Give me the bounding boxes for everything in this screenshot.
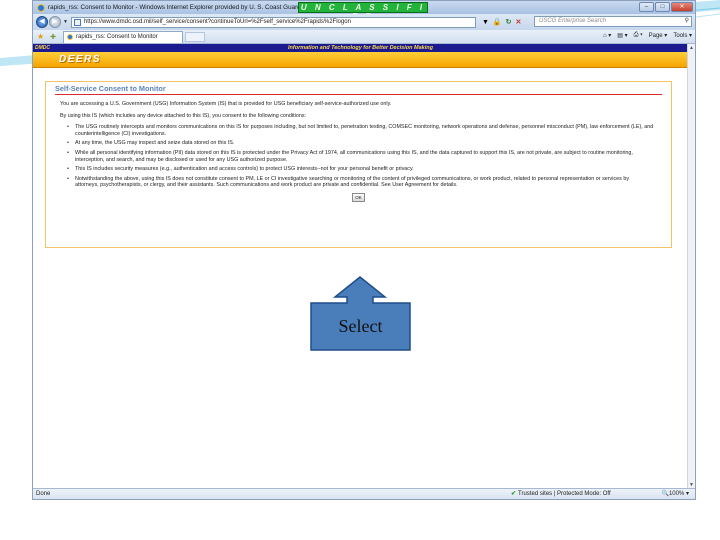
tab-label: rapids_rss: Consent to Monitor — [76, 34, 158, 40]
url-dropdown-icon[interactable]: ▼ — [482, 19, 489, 26]
internet-explorer-icon — [37, 3, 45, 12]
close-button[interactable]: ✕ — [671, 2, 693, 12]
consent-conditions: The USG routinely intercepts and monitor… — [67, 124, 662, 189]
slide: rapids_rss: Consent to Monitor - Windows… — [0, 0, 720, 540]
lock-icon[interactable]: 🔒 — [493, 18, 502, 26]
stop-icon[interactable]: ✕ — [515, 18, 521, 26]
search-placeholder: USCG Enterprise Search — [539, 18, 607, 24]
new-tab-button[interactable] — [185, 31, 206, 42]
condition-item: The USG routinely intercepts and monitor… — [67, 124, 662, 137]
deers-header: DEERS — [33, 52, 688, 68]
maximize-button[interactable]: □ — [655, 2, 670, 12]
trusted-check-icon: ✔ — [511, 491, 517, 497]
consent-panel: Self-Service Consent to Monitor You are … — [45, 81, 672, 248]
consent-title: Self-Service Consent to Monitor — [55, 84, 662, 95]
home-icon[interactable]: ⌂ ▾ — [603, 32, 611, 39]
condition-item: At any time, the USG may inspect and sei… — [67, 140, 662, 147]
page-content: DMDC Information and Technology for Bett… — [33, 44, 688, 489]
recent-pages-dropdown[interactable]: ▼ — [63, 19, 68, 25]
scroll-up-icon[interactable]: ▲ — [689, 45, 694, 51]
dmdc-tagline: Information and Technology for Better De… — [288, 45, 433, 51]
title-bar: rapids_rss: Consent to Monitor - Windows… — [33, 1, 695, 21]
address-tools: ▼ 🔒 ↻ ✕ — [482, 18, 521, 27]
deers-logo: DEERS — [59, 54, 101, 65]
window-title: rapids_rss: Consent to Monitor - Windows… — [48, 4, 301, 11]
search-input[interactable]: USCG Enterprise Search ⚲ — [534, 16, 692, 27]
select-callout: Select — [309, 276, 412, 352]
status-bar: Done ✔ Trusted sites | Protected Mode: Of… — [33, 488, 695, 499]
page-menu[interactable]: Page ▾ — [649, 32, 668, 39]
url-field[interactable]: https://www.dmdc.osd.mil/self_service/co… — [70, 16, 476, 28]
url-text: https://www.dmdc.osd.mil/self_service/co… — [83, 19, 351, 25]
print-icon[interactable]: ⎙ ▾ — [634, 32, 643, 39]
zoom-control[interactable]: 🔍100% ▾ — [661, 489, 689, 499]
address-bar: ◀ ▶ ▼ https://www.dmdc.osd.mil/self_serv… — [33, 14, 695, 30]
ok-button[interactable]: OK — [352, 192, 365, 202]
vertical-scrollbar[interactable]: ▲ ▼ — [687, 44, 695, 489]
forward-button[interactable]: ▶ — [49, 16, 61, 28]
condition-item: While all personal identifying informati… — [67, 150, 662, 163]
tab-page-icon — [67, 34, 74, 40]
condition-item: Notwithstanding the above, using this IS… — [67, 176, 662, 189]
browser-window: rapids_rss: Consent to Monitor - Windows… — [32, 0, 696, 500]
dmdc-header: DMDC Information and Technology for Bett… — [33, 44, 688, 52]
consent-lead: By using this IS (which includes any dev… — [60, 112, 307, 119]
favorites-star-icon[interactable]: ★ — [37, 32, 44, 41]
command-bar: ⌂ ▾ ▤ ▾ ⎙ ▾ Page ▾ Tools ▾ — [603, 32, 692, 39]
zoom-level: 100% — [668, 491, 685, 497]
page-icon — [73, 18, 81, 26]
back-button[interactable]: ◀ — [36, 16, 48, 28]
search-icon[interactable]: ⚲ — [685, 17, 689, 26]
security-zone[interactable]: ✔ Trusted sites | Protected Mode: Off — [511, 489, 611, 499]
classification-banner: U N C L A S S I F I E D — [298, 2, 428, 21]
add-favorites-icon[interactable]: ✚ — [50, 33, 56, 41]
tools-menu[interactable]: Tools ▾ — [673, 32, 692, 39]
minimize-button[interactable]: – — [639, 2, 654, 12]
window-controls: – □ ✕ — [639, 2, 693, 12]
consent-intro: You are accessing a U.S. Government (USG… — [60, 101, 392, 107]
feeds-icon[interactable]: ▤ ▾ — [617, 32, 627, 39]
status-text: Done — [36, 491, 51, 497]
tab-bar: ★ ✚ rapids_rss: Consent to Monitor ⌂ ▾ ▤… — [33, 30, 695, 44]
condition-item: This IS includes security measures (e.g.… — [67, 166, 662, 173]
callout-label: Select — [338, 316, 383, 336]
zone-label: Trusted sites | Protected Mode: Off — [518, 491, 611, 497]
consent-body: You are accessing a U.S. Government (USG… — [55, 101, 662, 189]
refresh-icon[interactable]: ↻ — [506, 18, 512, 26]
tab-consent-to-monitor[interactable]: rapids_rss: Consent to Monitor — [63, 30, 184, 43]
